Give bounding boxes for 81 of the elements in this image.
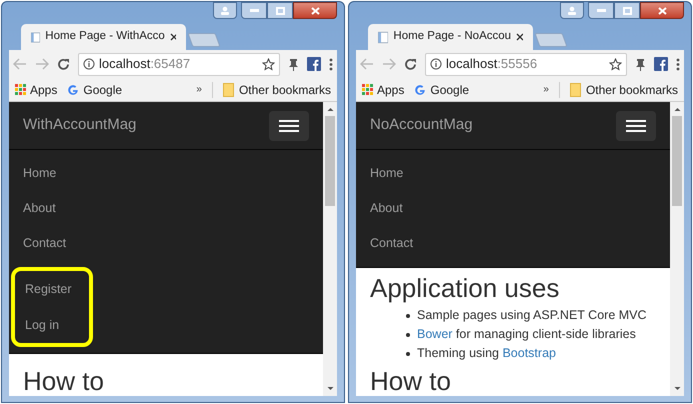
bullet-icon [406, 352, 410, 356]
section-heading: How to [23, 366, 105, 396]
info-icon [83, 58, 95, 70]
page-icon [31, 30, 40, 44]
list-item-text: Bower for managing client-side libraries [417, 326, 636, 343]
maximize-icon [276, 6, 284, 14]
minimize-button[interactable] [241, 2, 267, 19]
user-button[interactable] [560, 2, 584, 19]
close-icon [658, 6, 666, 14]
menu-icon [626, 120, 646, 132]
scrollbar-thumb[interactable] [325, 116, 335, 206]
maximize-icon [622, 6, 632, 14]
url-text: localhost:55556 [446, 55, 538, 74]
maximize-button[interactable] [267, 2, 293, 19]
nav-link[interactable]: Home [9, 156, 323, 191]
nav-link[interactable]: Register [15, 271, 89, 307]
nav-link[interactable]: About [356, 191, 670, 226]
nav-link[interactable]: Log in [15, 307, 89, 343]
address-bar[interactable]: localhost:65487 [78, 52, 280, 76]
minimize-icon [596, 9, 606, 12]
close-icon [310, 6, 320, 14]
reload-icon[interactable] [57, 58, 70, 70]
facebook-icon[interactable] [307, 57, 321, 71]
reload-icon[interactable] [404, 58, 417, 70]
nav-link[interactable]: About [9, 191, 323, 226]
close-button[interactable] [293, 2, 337, 19]
bookmark[interactable]: Google [414, 80, 470, 98]
menu-icon [279, 120, 299, 132]
nav-link[interactable]: Contact [356, 226, 670, 261]
facebook-icon[interactable] [654, 57, 668, 71]
close-button[interactable] [640, 2, 684, 19]
address-bar[interactable]: localhost:55556 [425, 52, 627, 76]
list-item-text: Sample pages using ASP.NET Core MVC [417, 307, 647, 324]
star-icon[interactable] [262, 58, 275, 70]
section-heading: Application uses [370, 273, 560, 303]
browser-tab[interactable]: Home Page - NoAccou [368, 24, 533, 50]
other-bookmarks[interactable]: Other bookmarks [222, 80, 331, 98]
more-bookmarks[interactable]: » [196, 82, 202, 97]
pin-icon[interactable] [288, 58, 299, 70]
tab-title: Home Page - NoAccou [393, 29, 512, 44]
other-bookmarks[interactable]: Other bookmarks [570, 80, 678, 98]
list-item-text: Theming using Bootstrap [417, 345, 556, 362]
close-tab-icon[interactable] [170, 33, 176, 41]
brand-link[interactable]: WithAccountMag [23, 114, 136, 137]
maximize-button[interactable] [614, 2, 640, 19]
tab-title: Home Page - WithAcco [45, 29, 165, 44]
menu-icon[interactable] [329, 58, 333, 70]
more-bookmarks[interactable]: » [543, 82, 549, 97]
url-text: localhost:65487 [99, 55, 190, 74]
close-tab-icon[interactable] [516, 33, 523, 41]
google-g-icon [67, 84, 80, 96]
bookmark[interactable]: Google [67, 80, 122, 98]
link[interactable]: Bootstrap [502, 346, 556, 360]
bullet-icon [406, 332, 410, 336]
apps-grid-icon [362, 84, 373, 95]
user-icon [220, 6, 230, 15]
menu-toggle-button[interactable] [269, 110, 309, 140]
nav-link[interactable]: Home [356, 156, 670, 191]
scrollbar-thumb[interactable] [672, 116, 682, 206]
brand-link[interactable]: NoAccountMag [370, 114, 473, 137]
info-icon [430, 58, 442, 70]
browser-tab[interactable]: Home Page - WithAcco [21, 24, 186, 50]
folder-icon [570, 82, 581, 96]
user-icon [567, 6, 577, 15]
nav-link[interactable]: Contact [9, 226, 323, 261]
menu-icon[interactable] [676, 58, 680, 70]
bookmark[interactable]: Apps [362, 80, 404, 98]
menu-toggle-button[interactable] [616, 110, 656, 140]
bullet-icon [406, 314, 410, 318]
google-g-icon [414, 84, 426, 96]
pin-icon[interactable] [635, 58, 646, 70]
folder-icon [222, 82, 234, 96]
page-icon [378, 30, 388, 44]
section-heading: How to [370, 366, 452, 396]
user-button[interactable] [213, 2, 237, 19]
minimize-icon [250, 9, 258, 12]
link[interactable]: Bower [417, 327, 452, 341]
minimize-button[interactable] [588, 2, 614, 19]
star-icon[interactable] [609, 58, 622, 70]
apps-grid-icon [15, 84, 26, 95]
bookmark[interactable]: Apps [15, 80, 58, 98]
